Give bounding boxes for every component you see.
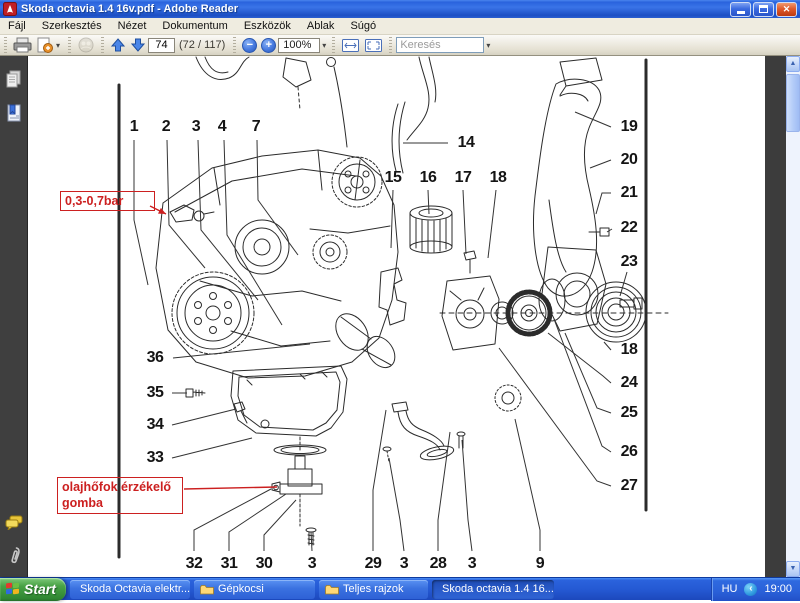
taskbar-task-3[interactable]: Skoda octavia 1.4 16... [432, 579, 554, 599]
bookmarks-icon [7, 104, 21, 122]
zoom-out-icon: − [246, 38, 254, 51]
toolbar-grip [4, 37, 7, 53]
collaborate-button[interactable] [75, 36, 97, 55]
windows-taskbar: Start Skoda Octavia elektr... Gépkocsi Tel… [0, 577, 800, 601]
export-document-icon [37, 37, 53, 53]
fit-width-icon [342, 38, 360, 52]
navigation-panel-sidebar [0, 56, 28, 577]
document-background [765, 56, 786, 577]
comments-panel-button[interactable] [4, 511, 24, 533]
paperclip-icon [11, 546, 20, 563]
pages-panel-button[interactable] [4, 68, 24, 90]
vertical-scrollbar[interactable]: ▲ ▼ [786, 56, 800, 577]
search-dropdown-caret[interactable]: ▾ [484, 41, 492, 50]
windows-logo-icon [6, 582, 20, 596]
clock: 19:00 [764, 583, 792, 595]
zoom-out-button[interactable]: − [242, 37, 258, 53]
start-label: Start [24, 581, 56, 597]
menu-bar: Fájl Szerkesztés Nézet Dokumentum Eszközök Ab… [0, 18, 800, 35]
zoom-dropdown-caret[interactable]: ▾ [320, 41, 328, 50]
toolbar-grip [233, 37, 237, 53]
close-button[interactable]: ✕ [776, 1, 797, 17]
adobe-reader-app-icon [3, 2, 17, 16]
menu-item-4[interactable]: Eszközök [236, 18, 299, 34]
comments-icon [5, 515, 23, 530]
taskbar-task-2[interactable]: Teljes rajzok [319, 579, 428, 599]
task-label: Gépkocsi [218, 583, 264, 595]
minimize-icon [736, 11, 745, 14]
page-count-label: (72 / 117) [179, 39, 226, 51]
collaborate-icon [78, 37, 94, 53]
previous-page-button[interactable] [108, 36, 128, 55]
task-label: Skoda octavia 1.4 16... [442, 583, 554, 595]
zoom-in-button[interactable]: + [261, 37, 277, 53]
bookmarks-panel-button[interactable] [4, 102, 24, 124]
zoom-level-select[interactable]: 100% [278, 37, 321, 53]
system-tray: HU ‹ 19:00 [710, 577, 800, 601]
title-bar: Skoda octavia 1.4 16v.pdf - Adobe Reader… [0, 0, 800, 18]
menu-item-6[interactable]: Súgó [342, 18, 384, 34]
scrollbar-thumb[interactable] [786, 74, 800, 132]
search-input[interactable] [396, 37, 485, 53]
task-label: Skoda Octavia elektr... [80, 583, 190, 595]
zoom-in-icon: + [265, 38, 273, 51]
fit-page-button[interactable] [362, 36, 385, 55]
window-title: Skoda octavia 1.4 16v.pdf - Adobe Reader [21, 3, 239, 15]
language-indicator[interactable]: HU [722, 583, 738, 595]
menu-item-5[interactable]: Ablak [299, 18, 343, 34]
task-label: Teljes rajzok [343, 583, 404, 595]
task-buttons: Skoda Octavia elektr... Gépkocsi Teljes ra… [66, 579, 554, 599]
toolbar-grip [101, 37, 105, 53]
menu-item-3[interactable]: Dokumentum [154, 18, 235, 34]
print-button[interactable] [11, 36, 34, 55]
toolbar-grip [332, 37, 336, 53]
attachments-panel-button[interactable] [4, 543, 24, 565]
tray-chevron-icon: ‹ [749, 582, 753, 594]
scroll-down-icon: ▼ [789, 565, 797, 572]
minimize-button[interactable] [730, 1, 751, 17]
menu-item-1[interactable]: Szerkesztés [34, 18, 110, 34]
toolbar: ▾ (72 / 117) − + 100% ▾ [0, 35, 800, 56]
page-number-input[interactable] [148, 37, 176, 53]
folder-icon [200, 584, 214, 594]
document-page[interactable] [28, 56, 786, 577]
taskbar-task-1[interactable]: Gépkocsi [194, 579, 315, 599]
start-button[interactable]: Start [0, 577, 66, 601]
menu-item-2[interactable]: Nézet [110, 18, 155, 34]
printer-icon [13, 37, 32, 53]
export-dropdown-caret: ▾ [56, 40, 61, 50]
tray-icon[interactable]: ‹ [744, 582, 758, 596]
scroll-up-button[interactable]: ▲ [786, 56, 800, 72]
menu-item-0[interactable]: Fájl [0, 18, 34, 34]
toolbar-grip [68, 37, 72, 53]
close-icon: ✕ [782, 3, 791, 14]
page-down-arrow-icon [130, 38, 146, 52]
toolbar-grip [389, 37, 393, 53]
scroll-down-button[interactable]: ▼ [786, 561, 800, 577]
restore-button[interactable] [753, 1, 774, 17]
fit-page-icon [365, 38, 383, 52]
restore-icon [759, 5, 768, 13]
export-document-button[interactable]: ▾ [34, 36, 64, 55]
pages-icon [6, 70, 21, 88]
fit-width-button[interactable] [339, 36, 362, 55]
folder-icon [325, 584, 339, 594]
scroll-up-icon: ▲ [789, 60, 797, 67]
page-up-arrow-icon [110, 38, 126, 52]
taskbar-task-0[interactable]: Skoda Octavia elektr... [70, 579, 190, 599]
next-page-button[interactable] [128, 36, 148, 55]
